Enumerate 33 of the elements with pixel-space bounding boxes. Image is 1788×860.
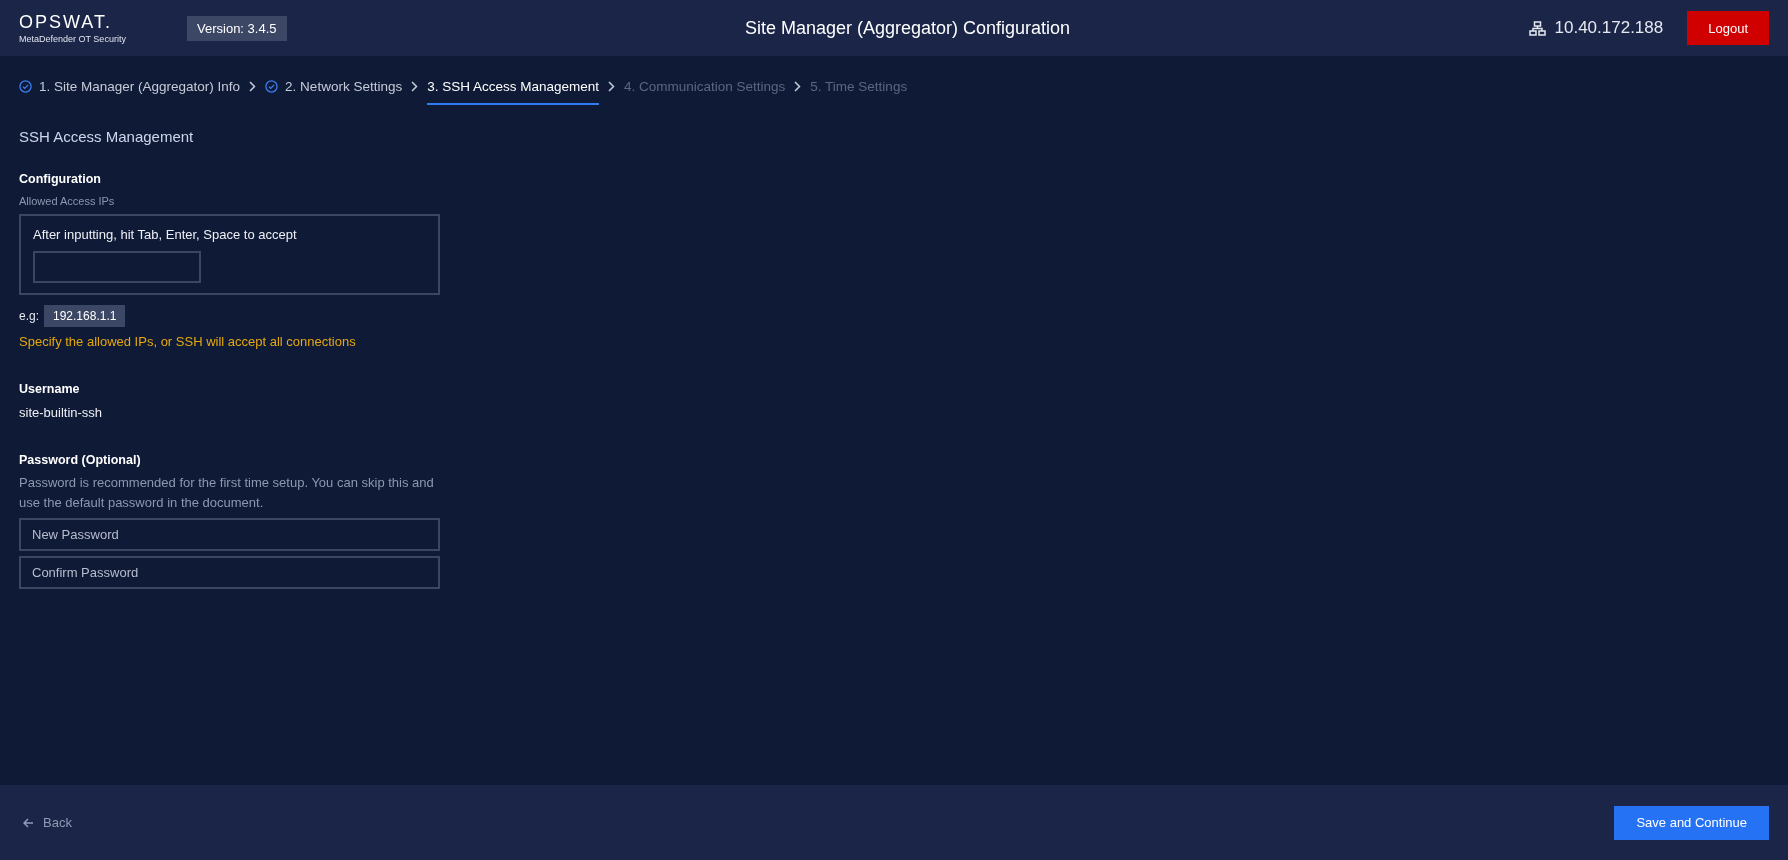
step-tab[interactable]: 1. Site Manager (Aggregator) Info [19,67,241,105]
section-title: SSH Access Management [19,128,194,145]
check-circle-icon [265,80,279,93]
version-badge: Version: 3.4.5 [187,15,287,41]
description-text: Password is recommended for the first time setup. You can skip this and use the default password in the document. [19,474,435,512]
chevron-right-icon [249,80,257,92]
arrow-left-icon [23,817,34,828]
example-label: e.g: [19,309,39,323]
section-heading: Configuration [19,172,101,186]
input-hint: After inputting, hit Tab, Enter, Space to accept [33,227,298,242]
field-label: Allowed Access IPs [19,195,115,207]
example-chip: 192.168.1.1 [44,305,126,327]
ip-address: 10.40.172.188 [1554,18,1664,38]
save-continue-button[interactable]: Save and Continue [1614,805,1769,840]
section-heading: Username [19,382,80,396]
step-tab[interactable]: 2. Network Settings [265,67,403,105]
chevron-right-icon [794,80,802,92]
network-icon [1528,20,1546,36]
page-title: Site Manager (Aggregator) Configuration [743,17,1072,39]
warning-text: Specify the allowed IPs, or SSH will accept all connections [19,334,356,349]
chevron-right-icon [608,80,615,92]
logout-button[interactable]: Logout [1687,11,1769,45]
logo-subtitle: MetaDefender OT Security [19,33,127,44]
check-circle-icon [19,80,32,93]
input-field[interactable] [33,251,201,283]
step-tab[interactable]: 3. SSH Access Management [427,67,599,105]
password-field[interactable]: Confirm Password [19,556,440,589]
logo-wordmark: OPSWAT. [19,12,113,31]
username-value: site-builtin-ssh [19,405,103,420]
password-field[interactable]: New Password [19,518,440,551]
section-heading: Password (Optional) [19,453,141,467]
back-button[interactable]: Back [23,815,72,830]
chevron-right-icon [411,80,419,92]
